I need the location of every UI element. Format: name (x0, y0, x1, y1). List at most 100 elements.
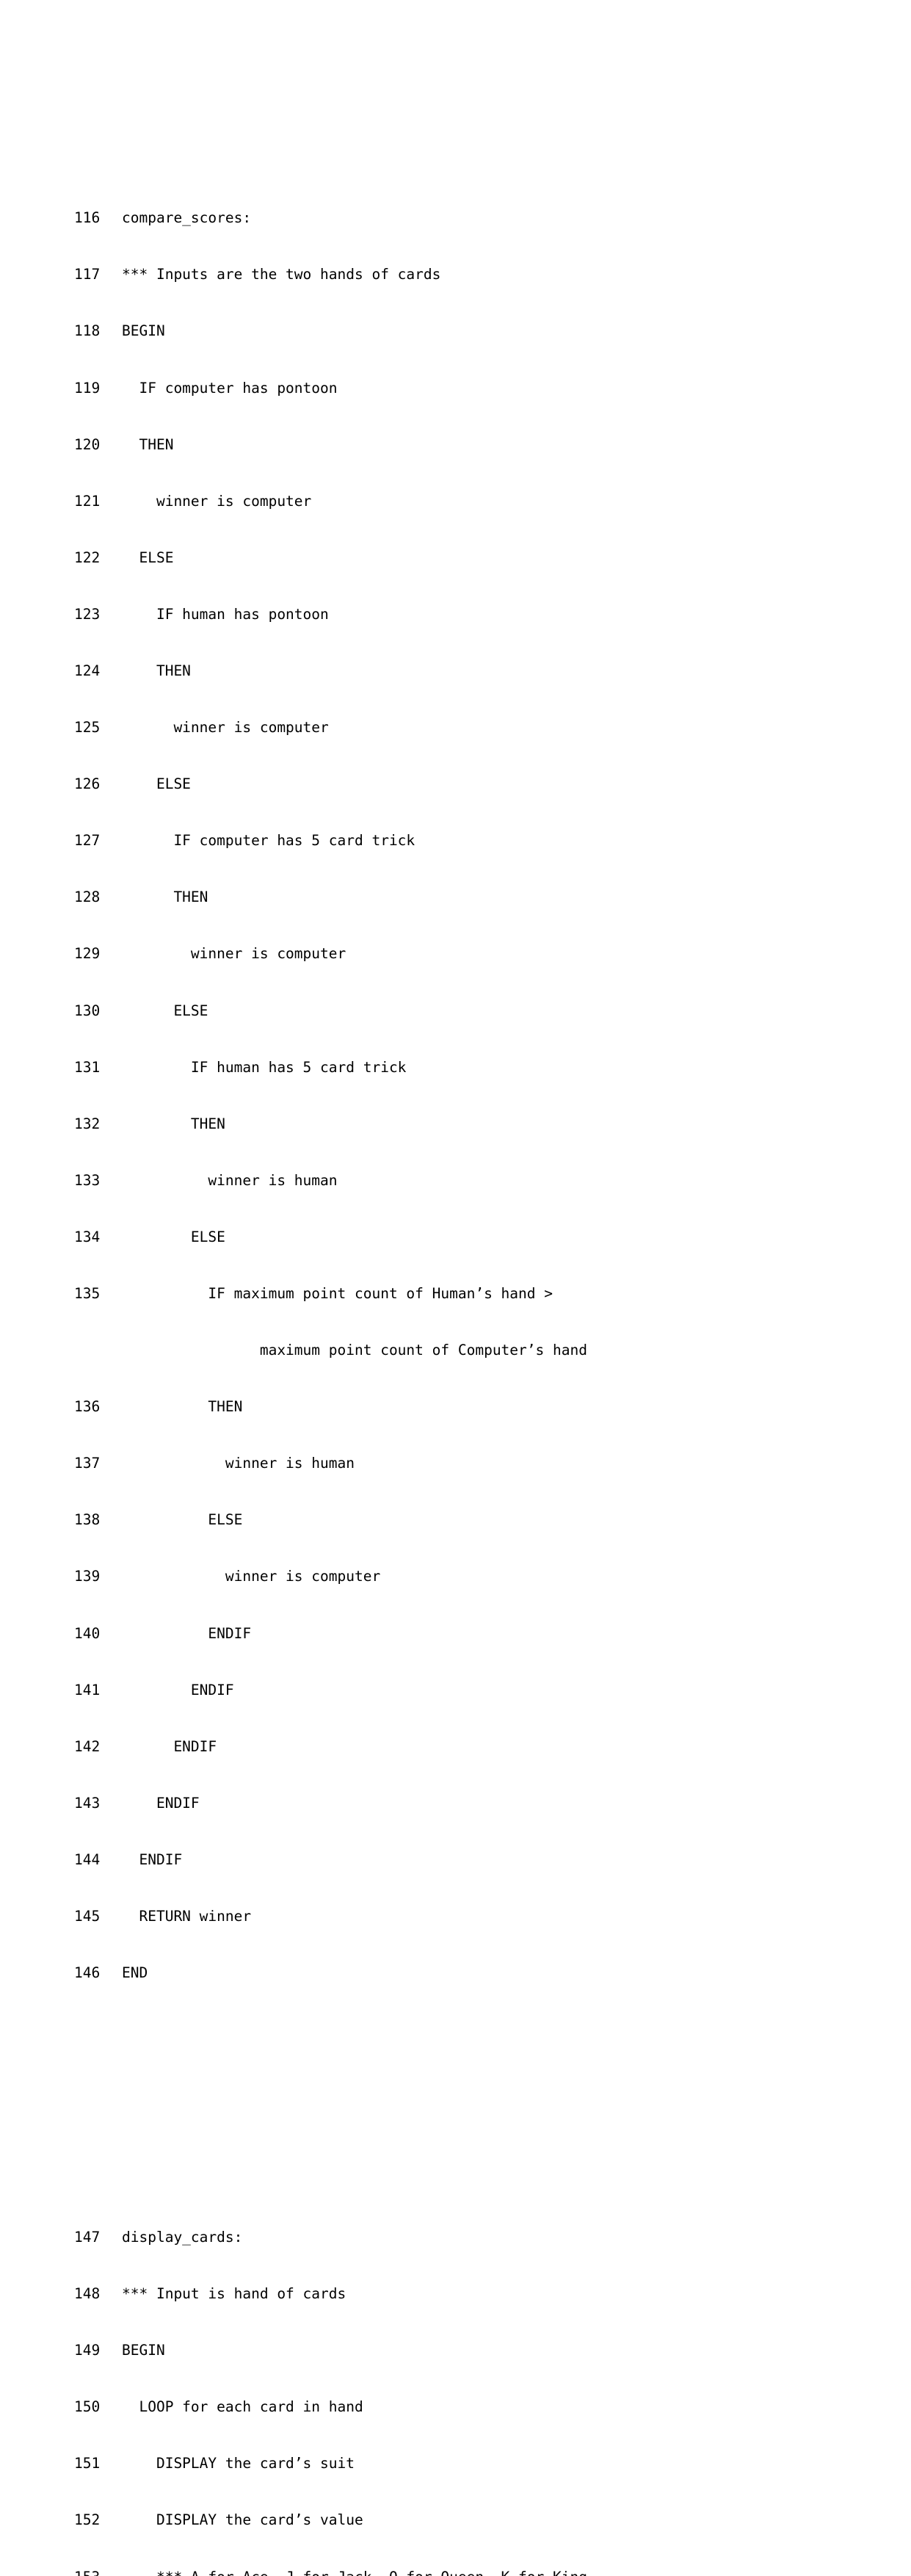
code-line: 125 winner is computer (74, 718, 911, 737)
code-line: 135 IF maximum point count of Human’s ha… (74, 1284, 911, 1303)
line-content: LOOP for each card in hand (122, 2398, 363, 2415)
code-line: 147display_cards: (74, 2228, 911, 2247)
line-number: 129 (74, 944, 122, 963)
code-line: 117*** Inputs are the two hands of cards (74, 265, 911, 284)
line-number: 140 (74, 1624, 122, 1643)
line-number: 141 (74, 1681, 122, 1700)
line-content: RETURN winner (122, 1908, 251, 1925)
code-line: 143 ENDIF (74, 1794, 911, 1813)
line-number: 128 (74, 888, 122, 907)
line-content: END (122, 1964, 148, 1981)
line-content: ELSE (122, 549, 173, 566)
code-line: 140 ENDIF (74, 1624, 911, 1643)
code-line: 138 ELSE (74, 1510, 911, 1530)
line-content: *** A for Ace, J for Jack, Q for Queen, … (122, 2569, 587, 2576)
line-number: 146 (74, 1964, 122, 1983)
line-content: ELSE (122, 775, 191, 792)
code-line: 129 winner is computer (74, 944, 911, 963)
line-content: THEN (122, 1398, 242, 1415)
line-content: winner is human (122, 1172, 338, 1189)
line-number: 117 (74, 265, 122, 284)
line-number: 147 (74, 2228, 122, 2247)
line-number: 144 (74, 1850, 122, 1870)
block-separator (74, 2077, 911, 2114)
line-content: THEN (122, 889, 208, 905)
line-content: IF computer has pontoon (122, 380, 338, 397)
code-line: 116compare_scores: (74, 209, 911, 228)
line-number: 127 (74, 831, 122, 850)
line-content: winner is computer (122, 1568, 380, 1585)
line-number: 143 (74, 1794, 122, 1813)
line-content: *** Input is hand of cards (122, 2285, 346, 2302)
code-line: 119 IF computer has pontoon (74, 379, 911, 398)
code-line: 121 winner is computer (74, 492, 911, 511)
code-block-compare-scores: 116compare_scores: 117*** Inputs are the… (74, 171, 911, 2020)
line-number: 132 (74, 1115, 122, 1134)
line-number: 120 (74, 435, 122, 455)
line-number: 149 (74, 2341, 122, 2360)
line-number: 135 (74, 1284, 122, 1303)
line-number: 138 (74, 1510, 122, 1530)
line-content: ENDIF (122, 1738, 217, 1755)
line-content: DISPLAY the card’s suit (122, 2455, 355, 2472)
line-number: 142 (74, 1737, 122, 1756)
line-content: winner is computer (122, 945, 346, 962)
line-content: ELSE (122, 1002, 208, 1019)
code-line: 150 LOOP for each card in hand (74, 2398, 911, 2417)
code-line: 127 IF computer has 5 card trick (74, 831, 911, 850)
code-line: 124 THEN (74, 662, 911, 681)
code-line: 141 ENDIF (74, 1681, 911, 1700)
line-content: IF maximum point count of Human’s hand > (122, 1285, 553, 1302)
code-line: 151 DISPLAY the card’s suit (74, 2454, 911, 2473)
code-line: 144 ENDIF (74, 1850, 911, 1870)
line-content: ENDIF (122, 1682, 234, 1698)
line-number: 151 (74, 2454, 122, 2473)
line-number: 126 (74, 775, 122, 794)
line-number: 119 (74, 379, 122, 398)
line-number: 133 (74, 1171, 122, 1190)
line-number: 123 (74, 605, 122, 624)
line-number: 139 (74, 1567, 122, 1586)
line-content: ELSE (122, 1511, 242, 1528)
line-number: 125 (74, 718, 122, 737)
line-content: display_cards: (122, 2229, 242, 2246)
line-content: DISPLAY the card’s value (122, 2511, 363, 2528)
line-number: 124 (74, 662, 122, 681)
code-block-display-cards: 147display_cards: 148*** Input is hand o… (74, 2190, 911, 2576)
code-line: 146END (74, 1964, 911, 1983)
code-line: 149BEGIN (74, 2341, 911, 2360)
code-line-continuation: maximum point count of Computer’s hand (74, 1341, 911, 1360)
line-content: THEN (122, 662, 191, 679)
line-number: 145 (74, 1907, 122, 1926)
code-line: 153 *** A for Ace, J for Jack, Q for Que… (74, 2568, 911, 2576)
line-content: maximum point count of Computer’s hand (122, 1342, 587, 1358)
line-content: IF human has pontoon (122, 606, 329, 623)
code-line: 120 THEN (74, 435, 911, 455)
line-content: THEN (122, 1115, 225, 1132)
line-content: winner is human (122, 1455, 355, 1472)
code-line: 128 THEN (74, 888, 911, 907)
code-line: 152 DISPLAY the card’s value (74, 2511, 911, 2530)
line-number: 137 (74, 1454, 122, 1473)
line-number: 116 (74, 209, 122, 228)
code-line: 137 winner is human (74, 1454, 911, 1473)
code-line: 131 IF human has 5 card trick (74, 1058, 911, 1077)
code-line: 132 THEN (74, 1115, 911, 1134)
code-line: 123 IF human has pontoon (74, 605, 911, 624)
line-content: winner is computer (122, 493, 311, 510)
code-line: 139 winner is computer (74, 1567, 911, 1586)
code-line: 134 ELSE (74, 1228, 911, 1247)
line-content: *** Inputs are the two hands of cards (122, 266, 440, 283)
code-line: 148*** Input is hand of cards (74, 2284, 911, 2304)
line-number: 122 (74, 549, 122, 568)
line-number: 150 (74, 2398, 122, 2417)
code-line: 145 RETURN winner (74, 1907, 911, 1926)
line-content: ELSE (122, 1229, 225, 1245)
line-number: 148 (74, 2284, 122, 2304)
line-number: 134 (74, 1228, 122, 1247)
line-number: 131 (74, 1058, 122, 1077)
line-content: IF human has 5 card trick (122, 1059, 406, 1076)
line-content: winner is computer (122, 719, 329, 736)
pseudocode-listing: 116compare_scores: 117*** Inputs are the… (74, 95, 911, 2576)
line-number: 121 (74, 492, 122, 511)
